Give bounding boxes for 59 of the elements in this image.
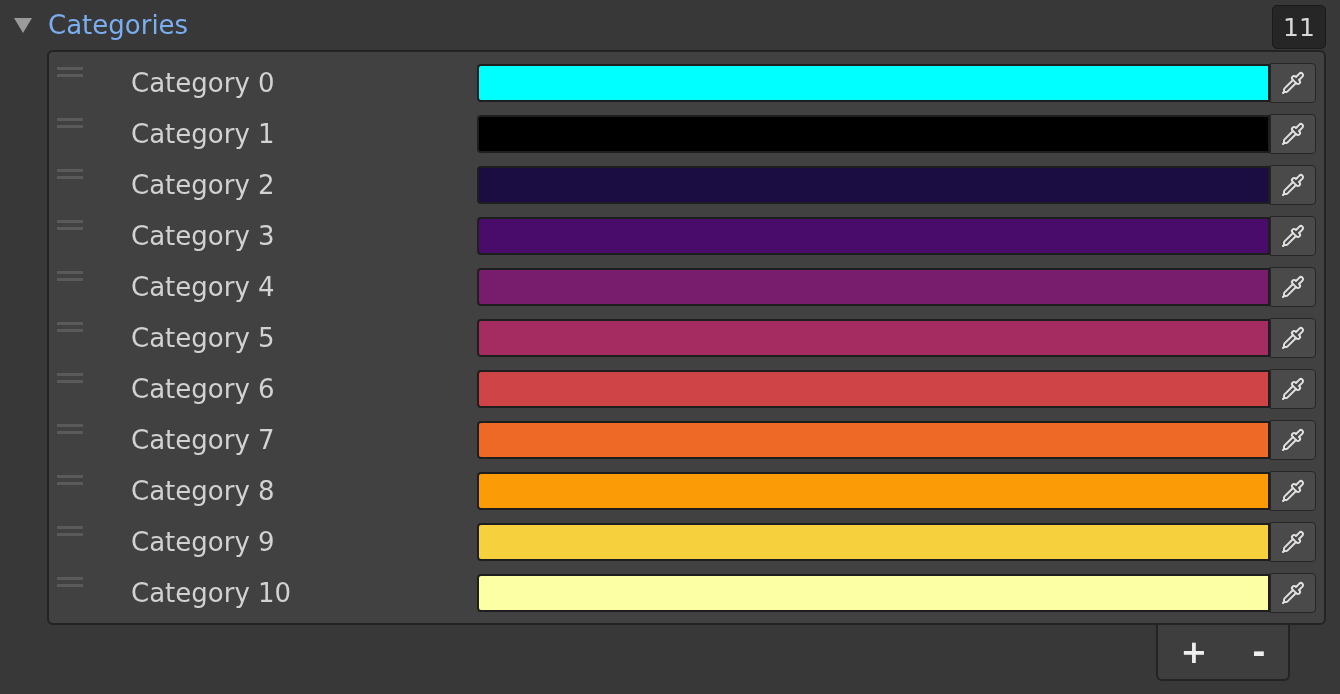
eyedropper-button[interactable]: [1270, 419, 1316, 460]
eyedropper-icon: [1281, 478, 1305, 503]
color-swatch[interactable]: [477, 420, 1270, 459]
item-label: Category 2: [131, 169, 276, 200]
eyedropper-button[interactable]: [1270, 266, 1316, 307]
drag-handle-icon[interactable]: [57, 220, 83, 230]
item-label: Category 5: [131, 322, 276, 353]
eyedropper-button[interactable]: [1270, 215, 1316, 256]
remove-button[interactable]: -: [1244, 633, 1274, 671]
color-swatch[interactable]: [477, 216, 1270, 255]
eyedropper-icon: [1281, 325, 1305, 350]
item-label: Category 7: [131, 424, 276, 455]
eyedropper-icon: [1281, 529, 1305, 554]
eyedropper-button[interactable]: [1270, 62, 1316, 103]
item-label: Category 3: [131, 220, 276, 251]
drag-handle-icon[interactable]: [57, 373, 83, 383]
eyedropper-button[interactable]: [1270, 164, 1316, 205]
drag-handle-icon[interactable]: [57, 169, 83, 179]
item-label: Category 8: [131, 475, 276, 506]
add-button[interactable]: +: [1172, 633, 1216, 671]
item-label: Category 9: [131, 526, 276, 557]
eyedropper-button[interactable]: [1270, 113, 1316, 154]
color-swatch[interactable]: [477, 114, 1270, 153]
eyedropper-icon: [1281, 427, 1305, 452]
eyedropper-button[interactable]: [1270, 368, 1316, 409]
eyedropper-icon: [1281, 70, 1305, 95]
color-swatch[interactable]: [477, 165, 1270, 204]
drag-handle-icon[interactable]: [57, 475, 83, 485]
item-label: Category 0: [131, 67, 276, 98]
color-swatch[interactable]: [477, 318, 1270, 357]
color-swatch[interactable]: [477, 63, 1270, 102]
drag-handle-icon[interactable]: [57, 67, 83, 77]
eyedropper-icon: [1281, 223, 1305, 248]
item-label: Category 6: [131, 373, 276, 404]
drag-handle-icon[interactable]: [57, 322, 83, 332]
item-label: Category 10: [131, 577, 293, 608]
item-label: Category 4: [131, 271, 276, 302]
color-swatch[interactable]: [477, 471, 1270, 510]
drag-handle-icon[interactable]: [57, 526, 83, 536]
eyedropper-button[interactable]: [1270, 572, 1316, 613]
drag-handle-icon[interactable]: [57, 271, 83, 281]
drag-handle-icon[interactable]: [57, 118, 83, 128]
drag-handle-icon[interactable]: [57, 424, 83, 434]
color-swatch[interactable]: [477, 573, 1270, 612]
eyedropper-icon: [1281, 580, 1305, 605]
section-title[interactable]: Categories: [48, 10, 1272, 40]
color-swatch[interactable]: [477, 369, 1270, 408]
eyedropper-button[interactable]: [1270, 317, 1316, 358]
item-label: Category 1: [131, 118, 276, 149]
drag-handle-icon[interactable]: [57, 577, 83, 587]
eyedropper-icon: [1281, 172, 1305, 197]
eyedropper-button[interactable]: [1270, 470, 1316, 511]
color-swatch[interactable]: [477, 267, 1270, 306]
color-swatch[interactable]: [477, 522, 1270, 561]
item-count[interactable]: 11: [1272, 5, 1326, 49]
eyedropper-button[interactable]: [1270, 521, 1316, 562]
eyedropper-icon: [1281, 376, 1305, 401]
eyedropper-icon: [1281, 274, 1305, 299]
eyedropper-icon: [1281, 121, 1305, 146]
